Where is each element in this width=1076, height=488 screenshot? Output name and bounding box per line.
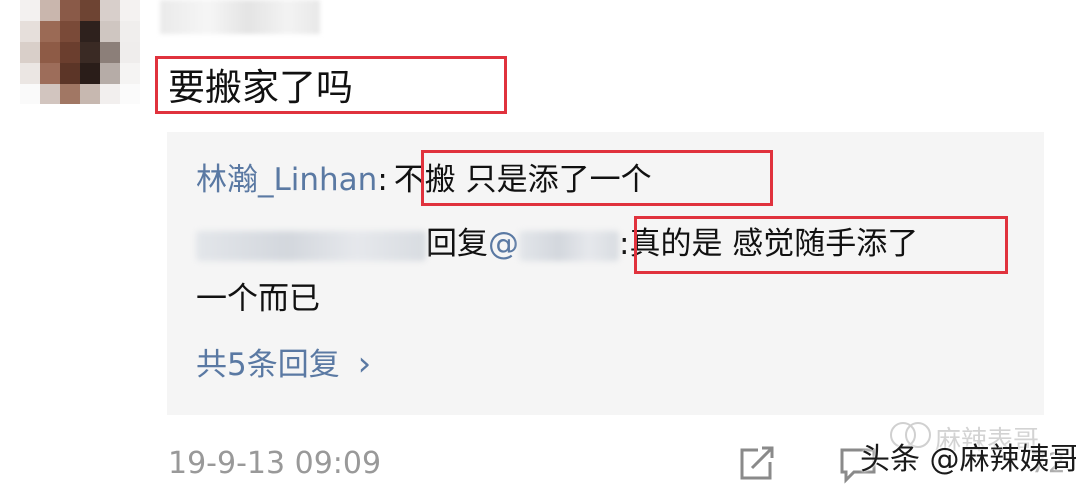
reply-separator: : [619,226,630,262]
mention-user-blurred[interactable] [519,230,619,261]
reply-separator: : [377,162,388,198]
mention-at[interactable]: @ [488,226,519,262]
highlight-box-reply-2 [634,216,1008,274]
chevron-right-icon: › [357,344,372,384]
share-icon[interactable] [738,446,776,482]
reply-text-continued: 一个而已 [196,281,320,317]
timestamp: 19-9-13 09:09 [168,446,382,481]
reply-author[interactable]: 林瀚_Linhan [196,162,377,198]
view-more-replies-link[interactable]: 共5条回复 › [196,342,371,387]
highlight-box-reply-1 [421,150,773,206]
highlight-box-comment [155,56,507,114]
avatar[interactable] [20,0,140,104]
more-replies-label: 共5条回复 [196,347,340,383]
watermark: 头条 @麻辣姨哥 [860,442,1076,477]
username-blurred[interactable] [160,0,320,34]
reply-author-blurred[interactable] [196,230,426,261]
comment-thread: 要搬家了吗 林瀚_Linhan: 不搬 只是添了一个 回复@:真的是 感觉随手添了… [0,0,1076,488]
reply-word: 回复 [426,226,488,262]
